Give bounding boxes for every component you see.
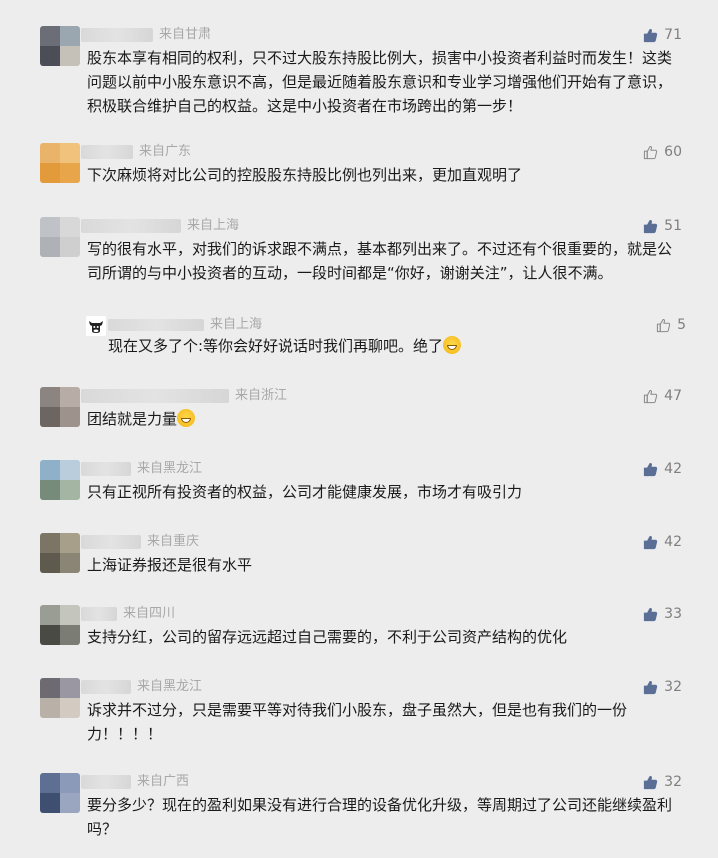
blurred-username[interactable] [81,462,131,476]
avatar[interactable] [40,387,80,427]
thumbs-up-icon [643,680,658,695]
thumbs-up-icon [643,219,658,234]
comment-text: 下次麻烦将对比公司的控股股东持股比例也列出来，更加直观明了 [87,163,679,187]
comment-text-body: 只有正视所有投资者的权益，公司才能健康发展，市场才有吸引力 [87,483,523,501]
like-count: 51 [664,218,682,234]
thumbs-up-icon [656,318,671,333]
comment-text-body: 写的很有水平，对我们的诉求跟不满点，基本都列出来了。不过还有个很重要的，就是公司… [87,240,673,282]
comment-text-body: 下次麻烦将对比公司的控股股东持股比例也列出来，更加直观明了 [87,166,523,184]
like-count: 71 [664,27,682,43]
blurred-username[interactable] [81,389,229,403]
like-button[interactable]: 71 [643,26,682,44]
thumbs-up-icon [643,607,658,622]
comment-location: 来自广西 [137,774,190,789]
comment-text-body: 上海证券报还是很有水平 [87,556,253,574]
like-button[interactable]: 47 [643,387,682,405]
reply-location: 来自上海 [210,317,263,332]
like-count: 60 [664,144,682,160]
comment-location: 来自重庆 [147,534,200,549]
like-button[interactable]: 5 [656,316,686,334]
comment-text: 写的很有水平，对我们的诉求跟不满点，基本都列出来了。不过还有个很重要的，就是公司… [87,237,679,285]
thumbs-up-icon [643,389,658,404]
like-count: 5 [677,317,686,333]
like-count: 32 [664,774,682,790]
comment-text-body: 要分多少？现在的盈利如果没有进行合理的设备优化升级，等周期过了公司还能继续盈利吗… [87,796,673,838]
comment-location: 来自四川 [123,606,176,621]
like-count: 42 [664,534,682,550]
reply-avatar[interactable] [86,316,106,336]
comment-location: 来自黑龙江 [137,461,203,476]
avatar[interactable] [40,678,80,718]
reply-text: 现在又多了个:等你会好好说话时我们再聊吧。绝了 [108,334,668,358]
comment-text-body: 支持分红，公司的留存远远超过自己需要的，不利于公司资产结构的优化 [87,628,568,646]
comment-text-body: 团结就是力量 [87,410,178,428]
like-count: 42 [664,461,682,477]
avatar[interactable] [40,605,80,645]
comment-location: 来自广东 [139,144,192,159]
laughing-face-icon [443,336,462,354]
like-button[interactable]: 42 [643,460,682,478]
grinning-face-icon [177,409,196,427]
avatar[interactable] [40,533,80,573]
comment-location: 来自甘肃 [159,27,212,42]
like-button[interactable]: 60 [643,143,682,161]
blurred-username[interactable] [81,145,133,159]
blurred-username[interactable] [81,680,131,694]
like-button[interactable]: 32 [643,678,682,696]
comment-feed: 来自甘肃 71 股东本享有相同的权利，只不过大股东持股比例大，损害中小投资者利益时而… [0,0,718,858]
like-button[interactable]: 51 [643,217,682,235]
like-count: 32 [664,679,682,695]
thumbs-up-icon [643,462,658,477]
blurred-username[interactable] [81,535,141,549]
blurred-username[interactable] [81,775,131,789]
comment-text: 上海证券报还是很有水平 [87,553,679,577]
comment-text: 支持分红，公司的留存远远超过自己需要的，不利于公司资产结构的优化 [87,625,679,649]
blurred-username[interactable] [81,28,153,42]
like-count: 33 [664,606,682,622]
thumbs-up-icon [643,28,658,43]
thumbs-up-icon [643,775,658,790]
comment-location: 来自上海 [187,218,240,233]
avatar[interactable] [40,26,80,66]
thumbs-up-icon [643,535,658,550]
avatar[interactable] [40,460,80,500]
comment-text: 要分多少？现在的盈利如果没有进行合理的设备优化升级，等周期过了公司还能继续盈利吗… [87,793,679,841]
blurred-username[interactable] [81,607,117,621]
like-button[interactable]: 33 [643,605,682,623]
like-button[interactable]: 32 [643,773,682,791]
avatar[interactable] [40,773,80,813]
like-count: 47 [664,388,682,404]
comment-text: 团结就是力量 [87,407,679,431]
reply-text-body: 现在又多了个:等你会好好说话时我们再聊吧。绝了 [108,337,444,355]
avatar[interactable] [40,143,80,183]
like-button[interactable]: 42 [643,533,682,551]
thumbs-up-icon [643,145,658,160]
blurred-username[interactable] [108,319,204,331]
cow-icon [86,316,106,336]
comment-text-body: 诉求并不过分，只是需要平等对待我们小股东，盘子虽然大，但是也有我们的一份力！！！… [87,701,628,743]
comment-text: 只有正视所有投资者的权益，公司才能健康发展，市场才有吸引力 [87,480,679,504]
blurred-username[interactable] [81,219,181,233]
comment-location: 来自黑龙江 [137,679,203,694]
comment-text: 诉求并不过分，只是需要平等对待我们小股东，盘子虽然大，但是也有我们的一份力！！！… [87,698,679,746]
comment-text: 股东本享有相同的权利，只不过大股东持股比例大，损害中小投资者利益时而发生！这类问… [87,46,679,118]
comment-location: 来自浙江 [235,388,288,403]
avatar[interactable] [40,217,80,257]
comment-text-body: 股东本享有相同的权利，只不过大股东持股比例大，损害中小投资者利益时而发生！这类问… [87,49,673,115]
